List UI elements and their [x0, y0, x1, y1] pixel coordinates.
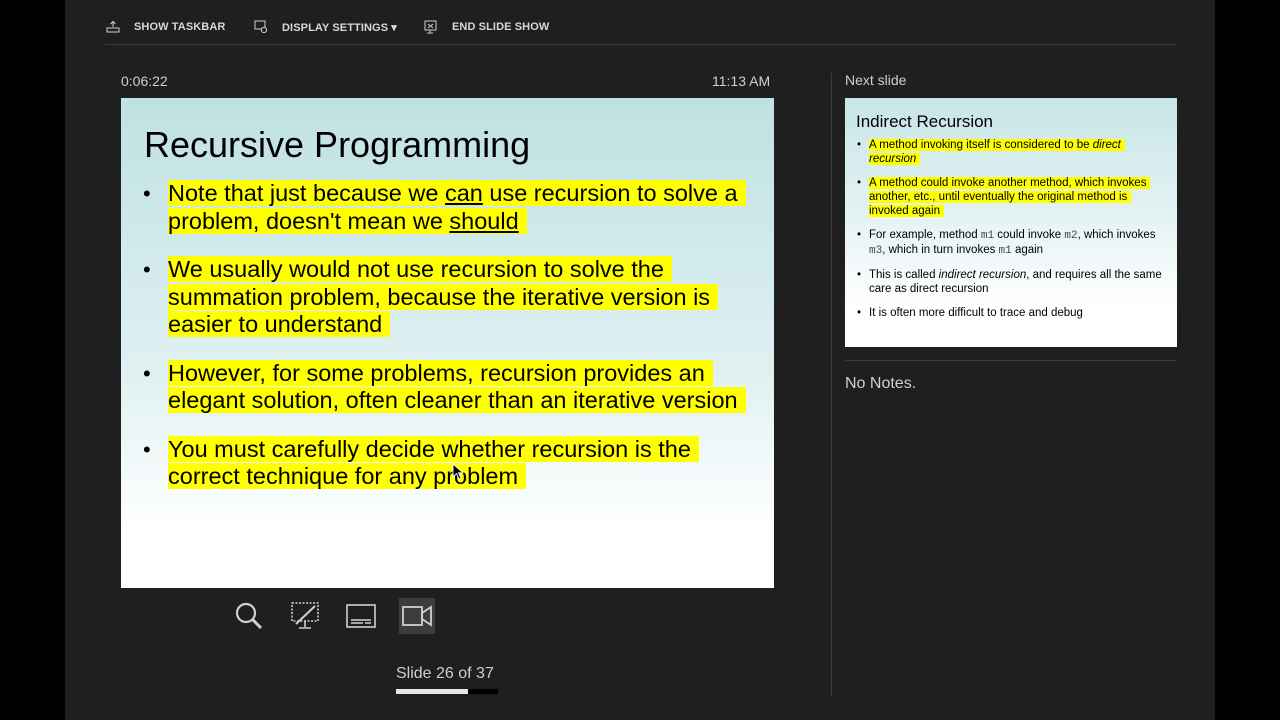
slide-title: Recursive Programming: [144, 124, 531, 165]
code-text: m2: [1064, 230, 1078, 242]
slide-tools: [231, 598, 435, 634]
slide-bullet: Note that just because we can use recurs…: [143, 180, 763, 235]
slide-progress-fill: [396, 689, 468, 694]
next-slide-bullet: For example, method m1 could invoke m2, …: [857, 228, 1169, 258]
display-settings-label: DISPLAY SETTINGS ▾: [282, 21, 397, 34]
presenter-view: SHOW TASKBAR DISPLAY SETTINGS ▾ END SLID…: [65, 0, 1215, 720]
clock: 11:13 AM: [712, 73, 771, 89]
next-slide-title: Indirect Recursion: [856, 112, 994, 131]
pen-tools-button[interactable]: [287, 598, 323, 634]
display-settings-button[interactable]: DISPLAY SETTINGS ▾: [254, 18, 397, 36]
next-slide-bullet: This is called indirect recursion, and r…: [857, 268, 1169, 296]
next-slide-label: Next slide: [845, 72, 907, 88]
bullet-text: We usually would not use recursion to so…: [168, 256, 719, 337]
bullet-text: again: [1011, 244, 1044, 256]
bullet-text: You must carefully decide whether recurs…: [168, 435, 699, 489]
end-show-icon: [424, 20, 437, 34]
next-slide-bullet: It is often more difficult to trace and …: [857, 306, 1169, 320]
bullet-text: This is called: [869, 269, 939, 281]
speaker-notes[interactable]: No Notes.: [845, 375, 916, 393]
end-slide-show-button[interactable]: END SLIDE SHOW: [424, 18, 549, 36]
taskbar-icon: [106, 20, 120, 33]
top-toolbar: SHOW TASKBAR DISPLAY SETTINGS ▾ END SLID…: [65, 0, 1215, 46]
notes-divider: [845, 360, 1177, 361]
show-taskbar-label: SHOW TASKBAR: [134, 21, 226, 33]
bullet-text: , which in turn invokes: [882, 244, 999, 256]
mouse-cursor-icon: [452, 463, 464, 480]
slide-bullets: Note that just because we can use recurs…: [143, 180, 763, 512]
slide-bullet: We usually would not use recursion to so…: [143, 256, 763, 339]
bullet-text: For example, method: [869, 229, 981, 241]
subtitles-button[interactable]: [343, 598, 379, 634]
italic-text: indirect recursion: [938, 269, 1027, 281]
end-slide-show-label: END SLIDE SHOW: [452, 21, 550, 33]
camera-icon: [402, 605, 432, 627]
camera-button[interactable]: [399, 598, 435, 634]
subtitles-icon: [346, 604, 376, 628]
code-text: m1: [998, 245, 1012, 257]
underlined-word: should: [449, 207, 519, 234]
current-slide[interactable]: Recursive Programming Note that just bec…: [121, 98, 774, 588]
next-slide-bullet: A method invoking itself is considered t…: [857, 138, 1169, 166]
show-taskbar-button[interactable]: SHOW TASKBAR: [106, 18, 225, 36]
slide-counter[interactable]: Slide 26 of 37: [396, 665, 494, 683]
code-text: m3: [869, 245, 883, 257]
next-slide-preview[interactable]: Indirect Recursion A method invoking its…: [845, 98, 1177, 347]
code-text: m1: [980, 230, 995, 242]
display-settings-icon: [254, 20, 268, 34]
underlined-word: can: [444, 180, 483, 206]
next-slide-bullet: A method could invoke another method, wh…: [857, 176, 1169, 218]
bullet-text: Note that just because we: [168, 180, 445, 206]
bullet-text: A method invoking itself is considered t…: [869, 139, 1093, 151]
slide-progress-bar: [396, 689, 498, 694]
elapsed-timer[interactable]: 0:06:22: [121, 73, 168, 89]
bullet-text: It is often more difficult to trace and …: [869, 307, 1083, 319]
bullet-text: A method could invoke another method, wh…: [869, 177, 1151, 217]
toolbar-divider: [105, 44, 1177, 45]
bullet-text: However, for some problems, recursion pr…: [168, 359, 746, 413]
slide-bullet: However, for some problems, recursion pr…: [143, 359, 763, 415]
zoom-button[interactable]: [231, 598, 267, 634]
panel-divider: [831, 73, 832, 696]
magnifier-icon: [235, 602, 263, 630]
next-slide-bullets: A method invoking itself is considered t…: [857, 138, 1169, 330]
bullet-text: could invoke: [994, 229, 1065, 241]
pen-screen-icon: [291, 602, 319, 629]
bullet-text: , which invokes: [1077, 229, 1156, 241]
